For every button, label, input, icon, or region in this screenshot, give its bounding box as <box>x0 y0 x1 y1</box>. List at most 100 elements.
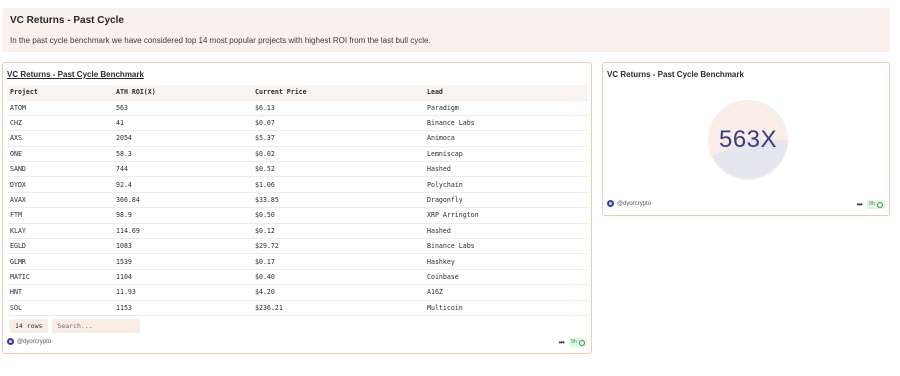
table-row[interactable]: CHZ 41 $0.07 Binance Labs <box>7 115 588 132</box>
table-row[interactable]: GLMR 1539 $0.17 Hashkey <box>7 253 588 270</box>
refresh-icon <box>579 339 585 346</box>
benchmark-table: Project ATH ROI(X) Current Price Lead ATOM 5… <box>7 85 588 316</box>
table-cell: 1104 <box>113 269 252 286</box>
avatar <box>607 200 614 207</box>
table-cell: 366.84 <box>113 192 252 209</box>
table-cell: MATIC <box>7 269 113 286</box>
table-cell: 1153 <box>113 300 252 316</box>
table-cell: KLAY <box>7 223 113 240</box>
age-label: 9h <box>868 201 875 207</box>
counter-value: 563X <box>718 126 778 153</box>
table-cell: $4.20 <box>252 284 424 301</box>
table-cell: 1083 <box>113 238 252 255</box>
table-row[interactable]: ONE 58.3 $0.02 Lemniscap <box>7 146 588 163</box>
table-cell: FTM <box>7 207 113 224</box>
column-header[interactable]: ATH ROI(X) <box>113 85 252 101</box>
row-count-label: 14 rows <box>9 319 49 333</box>
table-row[interactable]: SOL 1153 $236.21 Multicoin <box>7 300 588 316</box>
table-cell: 563 <box>113 100 252 116</box>
table-cell: Dragonfly <box>424 192 588 209</box>
avatar <box>7 338 14 345</box>
table-cell: 41 <box>113 115 252 132</box>
table-cell: EGLD <box>7 238 113 255</box>
author-handle[interactable]: @dyorcrypto <box>17 339 51 345</box>
table-cell: $0.52 <box>252 161 424 178</box>
table-cell: SAND <box>7 161 113 178</box>
table-cell: XRP Arrington <box>424 207 588 224</box>
table-cell: $29.72 <box>252 238 424 255</box>
panel-meta: ••• 9h <box>558 338 587 347</box>
refresh-badge[interactable]: 9h <box>866 200 885 209</box>
column-header[interactable]: Current Price <box>252 85 424 101</box>
more-options-icon[interactable]: ••• <box>856 200 862 209</box>
table-cell: 2054 <box>113 130 252 147</box>
dashboard-title: VC Returns - Past Cycle <box>10 15 124 26</box>
table-cell: Hashed <box>424 223 588 240</box>
table-cell: Multicoin <box>424 300 588 316</box>
table-cell: Animoca <box>424 130 588 147</box>
search-input[interactable] <box>52 319 141 333</box>
table-cell: 98.9 <box>113 207 252 224</box>
counter-panel-footer: @dyorcrypto ••• 9h <box>607 200 885 210</box>
counter-panel: VC Returns - Past Cycle Benchmark 563X @… <box>602 62 890 216</box>
table-cell: 1539 <box>113 253 252 270</box>
refresh-icon <box>877 201 883 208</box>
table-row[interactable]: MATIC 1104 $0.40 Coinbase <box>7 269 588 286</box>
table-row[interactable]: HNT 11.93 $4.20 A16Z <box>7 284 588 301</box>
dashboard-description: In the past cycle benchmark we have cons… <box>10 36 431 45</box>
refresh-badge[interactable]: 9h <box>568 338 587 347</box>
panel-meta: ••• 9h <box>856 200 885 209</box>
counter-panel-title[interactable]: VC Returns - Past Cycle Benchmark <box>607 70 744 80</box>
table-cell: $0.40 <box>252 269 424 286</box>
table-footer: 14 rows <box>9 319 141 333</box>
table-row[interactable]: AVAX 366.84 $33.85 Dragonfly <box>7 192 588 209</box>
table-cell: A16Z <box>424 284 588 301</box>
table-cell: $0.07 <box>252 115 424 132</box>
table-cell: Hashed <box>424 161 588 178</box>
table-cell: $0.50 <box>252 207 424 224</box>
table-cell: Hashkey <box>424 253 588 270</box>
table-cell: SOL <box>7 300 113 316</box>
table-row[interactable]: EGLD 1083 $29.72 Binance Labs <box>7 238 588 255</box>
table-cell: $236.21 <box>252 300 424 316</box>
table-cell: Binance Labs <box>424 238 588 255</box>
table-cell: ONE <box>7 146 113 163</box>
author-handle[interactable]: @dyorcrypto <box>617 201 651 207</box>
table-cell: $0.02 <box>252 146 424 163</box>
table-cell: ATOM <box>7 100 113 116</box>
table-cell: $0.12 <box>252 223 424 240</box>
column-header[interactable]: Lead <box>424 85 588 101</box>
table-row[interactable]: SAND 744 $0.52 Hashed <box>7 161 588 178</box>
table-cell: 114.69 <box>113 223 252 240</box>
table-cell: $1.06 <box>252 176 424 193</box>
table-cell: AXS <box>7 130 113 147</box>
table-cell: $5.37 <box>252 130 424 147</box>
table-row[interactable]: ATOM 563 $6.13 Paradigm <box>7 100 588 116</box>
table-cell: CHZ <box>7 115 113 132</box>
counter-visual: 563X <box>708 100 788 180</box>
table-panel: VC Returns - Past Cycle Benchmark Projec… <box>2 62 592 354</box>
table-cell: 744 <box>113 161 252 178</box>
table-row[interactable]: KLAY 114.69 $0.12 Hashed <box>7 223 588 240</box>
table-cell: AVAX <box>7 192 113 209</box>
table-panel-footer: @dyorcrypto ••• 9h <box>7 338 587 348</box>
author[interactable]: @dyorcrypto <box>7 338 51 345</box>
table-cell: $0.17 <box>252 253 424 270</box>
table-cell: Coinbase <box>424 269 588 286</box>
table-cell: $6.13 <box>252 100 424 116</box>
table-cell: DYDX <box>7 176 113 193</box>
table-panel-title[interactable]: VC Returns - Past Cycle Benchmark <box>7 70 144 80</box>
column-header[interactable]: Project <box>7 85 113 101</box>
table-row[interactable]: FTM 98.9 $0.50 XRP Arrington <box>7 207 588 224</box>
table-cell: GLMR <box>7 253 113 270</box>
table-cell: Binance Labs <box>424 115 588 132</box>
table-row[interactable]: AXS 2054 $5.37 Animoca <box>7 130 588 147</box>
table-header-row: Project ATH ROI(X) Current Price Lead <box>7 85 588 101</box>
author[interactable]: @dyorcrypto <box>607 200 651 207</box>
table-cell: Paradigm <box>424 100 588 116</box>
table-cell: Polychain <box>424 176 588 193</box>
table-cell: Lemniscap <box>424 146 588 163</box>
more-options-icon[interactable]: ••• <box>558 338 564 347</box>
table-row[interactable]: DYDX 92.4 $1.06 Polychain <box>7 176 588 193</box>
table-cell: HNT <box>7 284 113 301</box>
